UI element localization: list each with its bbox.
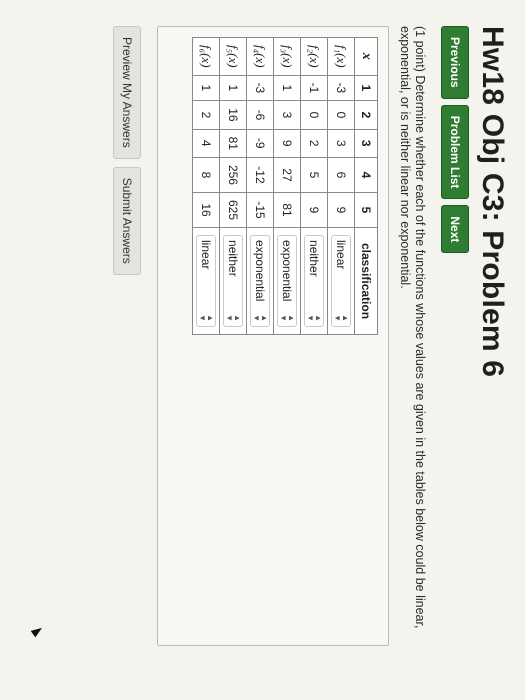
up-down-chevron-icon: ▲ ▼ (279, 314, 296, 323)
table-cell: 1 (219, 75, 247, 101)
up-down-chevron-icon: ▲ ▼ (225, 314, 242, 323)
table-cell: 16 (192, 192, 220, 228)
select-value: neither (307, 240, 321, 277)
up-down-chevron-icon: ▲ ▼ (306, 314, 323, 323)
table-cell: -3 (327, 75, 355, 101)
page-title: Hw18 Obj C3: Problem 6 (476, 26, 509, 378)
select-value: linear (334, 240, 348, 270)
mouse-cursor-icon (30, 624, 45, 638)
classification-select[interactable]: exponential ▲ ▼ (277, 235, 297, 328)
table-cell: 9 (300, 192, 328, 228)
function-name: f₄(x) (246, 37, 274, 76)
table-cell: -9 (246, 129, 274, 158)
table-cell: 4 (192, 129, 220, 158)
classification-header: classification (354, 227, 378, 335)
table-cell: 81 (219, 129, 247, 158)
classification-cell: linear ▲ ▼ (327, 227, 355, 335)
table-cell: 81 (273, 192, 301, 228)
table-row: f₁(x) -3 0 3 6 9 linear ▲ ▼ (327, 37, 355, 335)
problem-statement: (1 point) Determine whether each of the … (398, 26, 427, 629)
table-header-row: x 1 2 3 4 5 classification (354, 37, 378, 335)
classification-cell: exponential ▲ ▼ (273, 227, 301, 335)
problem-list-button[interactable]: Problem List (441, 104, 469, 200)
classification-select[interactable]: neither ▲ ▼ (223, 235, 243, 328)
table-cell: 0 (327, 100, 355, 130)
function-name: f₁(x) (327, 37, 355, 76)
table-cell: 9 (327, 192, 355, 228)
x-value-header: 5 (354, 192, 378, 228)
function-name: f₂(x) (300, 37, 328, 76)
table-cell: -6 (246, 100, 274, 130)
answer-panel: x 1 2 3 4 5 classification f₁(x) -3 0 3 … (30, 26, 389, 646)
table-row: f₄(x) -3 -6 -9 -12 -15 exponential ▲ ▼ (246, 37, 274, 335)
x-value-header: 3 (354, 129, 378, 158)
classification-select[interactable]: exponential ▲ ▼ (250, 235, 270, 328)
submit-answers-button[interactable]: Submit Answers (113, 166, 141, 275)
next-button[interactable]: Next (441, 205, 469, 254)
classification-cell: linear ▲ ▼ (192, 227, 220, 335)
table-cell: -15 (246, 192, 274, 228)
table-row: f₆(x) 1 2 4 8 16 linear ▲ ▼ (192, 37, 220, 335)
select-value: linear (199, 240, 213, 270)
function-name: f₅(x) (219, 37, 247, 76)
table-cell: 0 (300, 100, 328, 130)
select-value: exponential (253, 240, 267, 302)
classification-select[interactable]: neither ▲ ▼ (304, 235, 324, 328)
problem-page: Hw18 Obj C3: Problem 6 Previous Problem … (0, 0, 525, 700)
select-value: neither (226, 240, 240, 277)
table-row: f₃(x) 1 3 9 27 81 exponential ▲ ▼ (273, 37, 301, 335)
classification-cell: neither ▲ ▼ (300, 227, 328, 335)
classification-select[interactable]: linear ▲ ▼ (196, 235, 216, 328)
table-cell: 2 (300, 129, 328, 158)
x-value-header: 4 (354, 157, 378, 193)
table-cell: 16 (219, 100, 247, 130)
classification-cell: exponential ▲ ▼ (246, 227, 274, 335)
x-value-header: 1 (354, 75, 378, 101)
problem-navigation: Previous Problem List Next (441, 26, 469, 700)
table-cell: 256 (219, 157, 247, 193)
up-down-chevron-icon: ▲ ▼ (198, 314, 215, 323)
function-table: x 1 2 3 4 5 classification f₁(x) -3 0 3 … (192, 37, 378, 336)
table-cell: 625 (219, 192, 247, 228)
function-name: f₆(x) (192, 37, 220, 76)
function-name: f₃(x) (273, 37, 301, 76)
table-cell: -12 (246, 157, 274, 193)
table-row: f₅(x) 1 16 81 256 625 neither ▲ ▼ (219, 37, 247, 335)
previous-button[interactable]: Previous (441, 26, 469, 99)
up-down-chevron-icon: ▲ ▼ (333, 314, 350, 323)
x-value-header: 2 (354, 100, 378, 130)
table-cell: 8 (192, 157, 220, 193)
table-cell: 3 (327, 129, 355, 158)
table-cell: 1 (192, 75, 220, 101)
table-cell: -1 (300, 75, 328, 101)
select-value: exponential (280, 240, 294, 302)
preview-answers-button[interactable]: Preview My Answers (113, 26, 141, 159)
submission-buttons: Preview My Answers Submit Answers (113, 26, 141, 700)
classification-cell: neither ▲ ▼ (219, 227, 247, 335)
table-cell: -3 (246, 75, 274, 101)
table-cell: 27 (273, 157, 301, 193)
table-cell: 3 (273, 100, 301, 130)
x-header: x (354, 37, 378, 76)
table-cell: 6 (327, 157, 355, 193)
table-row: f₂(x) -1 0 2 5 9 neither ▲ ▼ (300, 37, 328, 335)
table-cell: 1 (273, 75, 301, 101)
up-down-chevron-icon: ▲ ▼ (252, 314, 269, 323)
table-cell: 9 (273, 129, 301, 158)
classification-select[interactable]: linear ▲ ▼ (331, 235, 351, 328)
table-cell: 2 (192, 100, 220, 130)
table-cell: 5 (300, 157, 328, 193)
